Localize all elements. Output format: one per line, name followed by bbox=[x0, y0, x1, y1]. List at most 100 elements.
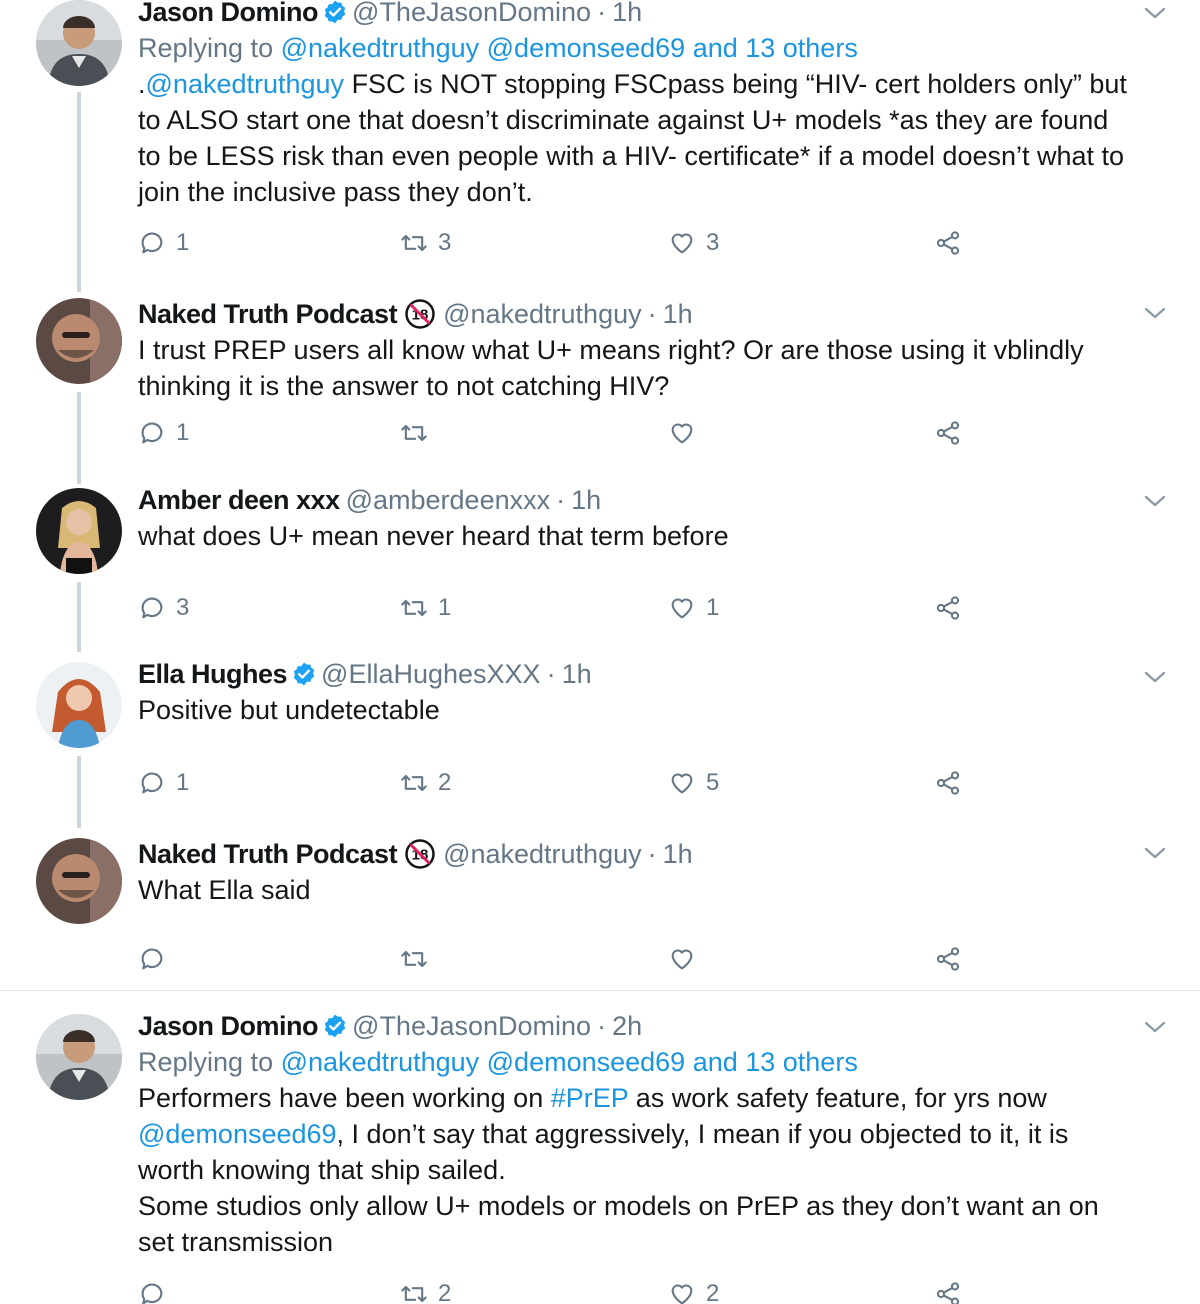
author-handle[interactable]: @nakedtruthguy bbox=[443, 836, 642, 872]
separator-dot: · bbox=[556, 485, 566, 515]
reply-button[interactable]: 1 bbox=[138, 769, 189, 797]
tweet-text-line: What Ella said bbox=[138, 872, 1150, 908]
tweet-header: Ella Hughes @EllaHughesXXX · 1h bbox=[138, 656, 1150, 692]
text-segment: Some studios only allow U+ models or mod… bbox=[138, 1191, 1099, 1221]
tweet[interactable]: Jason Domino @TheJasonDomino · 1h Replyi… bbox=[0, 0, 1200, 290]
author-name[interactable]: Amber deen xxx bbox=[138, 482, 340, 518]
tweet-actions: 1 bbox=[138, 419, 1138, 449]
reply-button[interactable] bbox=[138, 945, 176, 973]
tweet[interactable]: Amber deen xxx @amberdeenxxx · 1h what d… bbox=[0, 485, 1200, 648]
retweet-button[interactable]: 2 bbox=[400, 1280, 451, 1304]
like-button[interactable] bbox=[668, 945, 706, 973]
reply-count: 3 bbox=[176, 594, 190, 621]
timestamp[interactable]: 1h bbox=[663, 296, 693, 332]
text-segment: as work safety feature, for yrs now bbox=[628, 1083, 1047, 1113]
verified-badge-icon bbox=[322, 0, 348, 25]
age-18-badge-icon bbox=[405, 299, 435, 329]
mention-link[interactable]: @nakedtruthguy bbox=[146, 69, 345, 99]
tweet-header: Amber deen xxx @amberdeenxxx · 1h bbox=[138, 482, 1150, 518]
tweet-actions: 3 1 1 bbox=[138, 594, 1138, 624]
author-name[interactable]: Jason Domino bbox=[138, 0, 319, 30]
reply-icon bbox=[138, 419, 166, 447]
avatar[interactable] bbox=[36, 0, 122, 86]
like-icon bbox=[668, 419, 696, 447]
avatar[interactable] bbox=[36, 298, 122, 384]
avatar[interactable] bbox=[36, 662, 122, 748]
tweet[interactable]: Naked Truth Podcast @nakedtruthguy · 1h … bbox=[0, 298, 1200, 478]
avatar[interactable] bbox=[36, 838, 122, 924]
avatar[interactable] bbox=[36, 488, 122, 574]
hashtag-link[interactable]: #PrEP bbox=[551, 1083, 629, 1113]
tweet-text-line: I trust PREP users all know what U+ mean… bbox=[138, 332, 1150, 368]
separator-dot: · bbox=[647, 299, 657, 329]
retweet-button[interactable]: 3 bbox=[400, 229, 451, 257]
separator-dot: · bbox=[597, 0, 607, 27]
reply-button[interactable]: 1 bbox=[138, 229, 189, 257]
verified-badge-icon bbox=[322, 1013, 348, 1039]
retweet-count: 1 bbox=[438, 594, 452, 621]
like-button[interactable]: 2 bbox=[668, 1280, 719, 1304]
retweet-count: 2 bbox=[438, 769, 452, 796]
author-handle[interactable]: @amberdeenxxx bbox=[346, 482, 551, 518]
tweet-text: Positive but undetectable bbox=[138, 692, 1150, 728]
chevron-down-icon[interactable] bbox=[1144, 6, 1166, 20]
timestamp[interactable]: 2h bbox=[612, 1008, 642, 1044]
retweet-button[interactable]: 1 bbox=[400, 594, 451, 622]
tweet-header: Naked Truth Podcast @nakedtruthguy · 1h bbox=[138, 836, 1150, 872]
like-button[interactable] bbox=[668, 419, 706, 447]
share-button[interactable] bbox=[934, 594, 972, 622]
reply-icon bbox=[138, 594, 166, 622]
timestamp[interactable]: 1h bbox=[612, 0, 642, 30]
author-handle[interactable]: @TheJasonDomino bbox=[352, 1008, 591, 1044]
replying-to-link[interactable]: @nakedtruthguy @demonseed69 and 13 other… bbox=[281, 1047, 858, 1077]
text-segment: worth knowing that ship sailed. bbox=[138, 1155, 506, 1185]
reply-button[interactable] bbox=[138, 1280, 176, 1304]
mention-link[interactable]: @demonseed69 bbox=[138, 1119, 337, 1149]
separator-dot: · bbox=[597, 1011, 607, 1041]
reply-button[interactable]: 1 bbox=[138, 419, 189, 447]
tweet[interactable]: Naked Truth Podcast @nakedtruthguy · 1h … bbox=[0, 838, 1200, 988]
text-segment: , I don’t say that aggressively, I mean … bbox=[336, 1119, 1069, 1149]
author-name[interactable]: Naked Truth Podcast bbox=[138, 836, 398, 872]
timestamp[interactable]: 1h bbox=[663, 836, 693, 872]
tweet[interactable]: Ella Hughes @EllaHughesXXX · 1h Positive… bbox=[0, 659, 1200, 822]
like-icon bbox=[668, 945, 696, 973]
retweet-button[interactable]: 2 bbox=[400, 769, 451, 797]
chevron-down-icon[interactable] bbox=[1144, 670, 1166, 684]
like-icon bbox=[668, 769, 696, 797]
chevron-down-icon[interactable] bbox=[1144, 1020, 1166, 1034]
timestamp[interactable]: 1h bbox=[571, 482, 601, 518]
reply-button[interactable]: 3 bbox=[138, 594, 189, 622]
share-button[interactable] bbox=[934, 945, 972, 973]
author-name[interactable]: Ella Hughes bbox=[138, 656, 288, 692]
author-handle[interactable]: @nakedtruthguy bbox=[443, 296, 642, 332]
retweet-icon bbox=[400, 769, 428, 797]
tweet-text: .@nakedtruthguy FSC is NOT stopping FSCp… bbox=[138, 66, 1150, 210]
author-name[interactable]: Naked Truth Podcast bbox=[138, 296, 398, 332]
chevron-down-icon[interactable] bbox=[1144, 306, 1166, 320]
retweet-button[interactable] bbox=[400, 419, 438, 447]
author-name[interactable]: Jason Domino bbox=[138, 1008, 319, 1044]
chevron-down-icon[interactable] bbox=[1144, 494, 1166, 508]
share-button[interactable] bbox=[934, 419, 972, 447]
tweet-text: what does U+ mean never heard that term … bbox=[138, 518, 1150, 554]
like-button[interactable]: 1 bbox=[668, 594, 719, 622]
reply-count: 1 bbox=[176, 769, 190, 796]
avatar[interactable] bbox=[36, 1014, 122, 1100]
share-button[interactable] bbox=[934, 1280, 972, 1304]
tweet-text-line: @demonseed69, I don’t say that aggressiv… bbox=[138, 1116, 1150, 1152]
author-handle[interactable]: @EllaHughesXXX bbox=[321, 656, 541, 692]
like-button[interactable]: 3 bbox=[668, 229, 719, 257]
share-button[interactable] bbox=[934, 769, 972, 797]
replying-to: Replying to @nakedtruthguy @demonseed69 … bbox=[138, 30, 1150, 66]
tweet[interactable]: Jason Domino @TheJasonDomino · 2h Replyi… bbox=[0, 1011, 1200, 1304]
text-segment: thinking it is the answer to not catchin… bbox=[138, 371, 670, 401]
chevron-down-icon[interactable] bbox=[1144, 846, 1166, 860]
replying-to-link[interactable]: @nakedtruthguy @demonseed69 and 13 other… bbox=[281, 33, 858, 63]
share-button[interactable] bbox=[934, 229, 972, 257]
timestamp[interactable]: 1h bbox=[562, 656, 592, 692]
like-button[interactable]: 5 bbox=[668, 769, 719, 797]
author-handle[interactable]: @TheJasonDomino bbox=[352, 0, 591, 30]
tweet-text-line: Some studios only allow U+ models or mod… bbox=[138, 1188, 1150, 1224]
retweet-button[interactable] bbox=[400, 945, 438, 973]
